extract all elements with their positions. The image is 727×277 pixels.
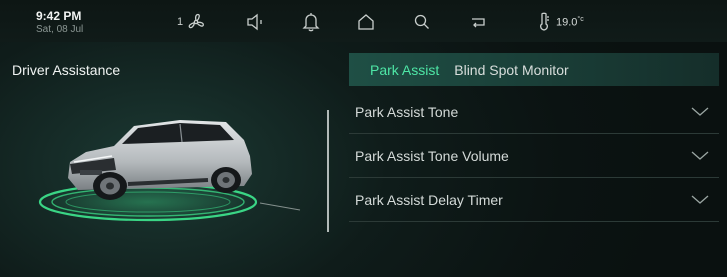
- home-button[interactable]: [357, 12, 375, 32]
- car-icon: [36, 120, 301, 222]
- search-icon: [414, 14, 429, 29]
- chevron-down-icon: [691, 107, 709, 116]
- tab-bar: Park Assist Blind Spot Monitor: [349, 53, 719, 86]
- setting-label: Park Assist Tone Volume: [355, 147, 509, 164]
- volume-icon: [247, 13, 262, 31]
- setting-park-assist-tone[interactable]: Park Assist Tone: [349, 90, 719, 134]
- setting-label: Park Assist Delay Timer: [355, 191, 503, 208]
- volume-button[interactable]: [246, 12, 266, 32]
- settings-list: Park Assist Tone Park Assist Tone Volume…: [349, 90, 719, 222]
- chevron-down-icon: [691, 151, 709, 160]
- setting-park-assist-tone-volume[interactable]: Park Assist Tone Volume: [349, 134, 719, 178]
- tab-blind-spot-monitor[interactable]: Blind Spot Monitor: [454, 62, 568, 78]
- temperature-value: 19.0: [556, 16, 578, 29]
- panel-divider: [327, 110, 329, 232]
- vehicle-illustration: [30, 100, 310, 230]
- notifications-button[interactable]: [302, 12, 320, 32]
- media-button[interactable]: [469, 12, 487, 32]
- page-title: Driver Assistance: [12, 62, 121, 78]
- temperature-unit: °c: [577, 15, 584, 23]
- temperature-control[interactable]: 19.0°c: [538, 12, 584, 32]
- fan-control[interactable]: 1: [177, 12, 205, 32]
- chevron-down-icon: [691, 195, 709, 204]
- media-icon: [472, 18, 485, 28]
- clock-date: Sat, 08 Jul: [36, 24, 84, 35]
- clock: 9:42 PM Sat, 08 Jul: [36, 9, 83, 36]
- home-icon: [358, 14, 374, 30]
- thermometer-icon: [540, 12, 549, 31]
- tab-park-assist[interactable]: Park Assist: [370, 62, 439, 78]
- status-bar: 9:42 PM Sat, 08 Jul 1 19.0°c: [0, 0, 727, 42]
- clock-time: 9:42 PM: [36, 9, 82, 23]
- search-button[interactable]: [413, 12, 431, 32]
- setting-park-assist-delay-timer[interactable]: Park Assist Delay Timer: [349, 178, 719, 222]
- fan-icon: [188, 13, 205, 29]
- temperature-readout: 19.0°c: [556, 16, 584, 29]
- bell-icon: [302, 13, 320, 32]
- fan-level: 1: [177, 16, 184, 28]
- setting-label: Park Assist Tone: [355, 103, 459, 120]
